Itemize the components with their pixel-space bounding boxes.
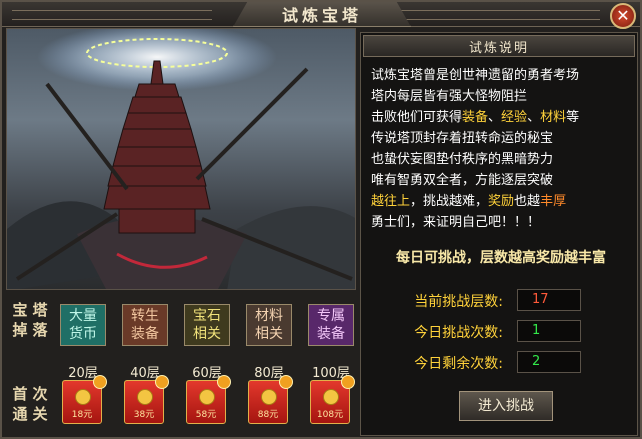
reward-amount: 38元 (133, 410, 155, 420)
red-packet-reward[interactable]: 88元 (248, 375, 293, 424)
highlight-higher: 越往上 (371, 194, 411, 209)
panel-title: 试炼说明 (468, 40, 529, 56)
recommend-button-line1: 专属 (317, 308, 345, 324)
first-clear-label: 首次通关 (12, 385, 48, 423)
red-packet-reward[interactable]: 108元 (310, 375, 355, 424)
recommend-button-line2: 相关 (193, 326, 221, 342)
title-ornament-right (400, 10, 600, 20)
desc-line-6: 唯有智勇双全者，方能逐层突破 (371, 173, 554, 188)
coin-icon (75, 389, 91, 405)
coin-icon (137, 389, 153, 405)
claim-badge-icon (279, 375, 293, 389)
reward-amount: 88元 (257, 410, 279, 420)
stat-value: 17 (517, 289, 581, 311)
highlight-experience: 经验 (501, 110, 528, 125)
recommend-label: 宝塔掉落 (12, 301, 48, 339)
recommend-button-line1: 材料 (255, 308, 283, 324)
recommend-button[interactable]: 专属 装备 (308, 304, 354, 346)
recommend-button-line1: 宝石 (193, 308, 221, 324)
desc-line-3-g: 等 (566, 110, 580, 125)
red-packet-reward[interactable]: 38元 (124, 375, 169, 424)
tower-trial-window: 试炼宝塔 ✕ 宝 塔掉 落 大量 货币 转生 装备 宝石 相关 材料 相关 专属… (0, 0, 642, 439)
desc-line-3-c: 、 (488, 110, 502, 125)
stat-label: 今日挑战次数: (414, 325, 503, 341)
stat-label: 当前挑战层数: (414, 294, 503, 310)
recommend-button-line2: 货币 (69, 326, 97, 342)
desc-line-3-e: 、 (527, 110, 541, 125)
rock-right (227, 206, 355, 289)
stat-value: 2 (517, 351, 581, 373)
recommend-button-line1: 大量 (69, 308, 97, 324)
desc-line-2: 塔内每层皆有强大怪物阻拦 (371, 89, 528, 104)
reward-amount: 58元 (195, 410, 217, 420)
recommend-button[interactable]: 宝石 相关 (184, 304, 230, 346)
reward-amount: 108元 (316, 410, 344, 420)
highlight-material: 材料 (540, 110, 567, 125)
enter-challenge-button[interactable]: 进入挑战 (459, 391, 553, 421)
recommend-button[interactable]: 转生 装备 (122, 304, 168, 346)
red-packet-reward[interactable]: 18元 (62, 375, 107, 424)
desc-line-5: 也蛰伏妄图垫付秩序的黑暗势力 (371, 152, 554, 167)
highlight-equipment: 装备 (462, 110, 489, 125)
stat-label: 今日剩余次数: (414, 356, 503, 372)
recommend-button-line2: 装备 (131, 326, 159, 342)
description-panel: 试炼说明 试炼宝塔曾是创世神遗留的勇者考场 塔内每层皆有强大怪物阻拦 击败他们可… (360, 32, 638, 436)
claim-badge-icon (217, 375, 231, 389)
tower-illustration (6, 28, 356, 290)
recommend-button-line1: 转生 (131, 308, 159, 324)
desc-line-7: 越往上，挑战越难，奖励也越丰厚 (371, 191, 633, 212)
recommend-row: 宝塔掉落 大量 货币 转生 装备 宝石 相关 材料 相关 专属 装备 (6, 296, 356, 354)
recommend-button[interactable]: 大量 货币 (60, 304, 106, 346)
desc-line-7-b: ，挑战越难， (410, 194, 489, 209)
claim-badge-icon (93, 375, 107, 389)
desc-line-7-d: 也越 (514, 194, 541, 209)
highlight-reward: 奖励 (488, 194, 515, 209)
window-title: 试炼宝塔 (281, 6, 362, 25)
desc-line-4: 传说塔顶封存着扭转命运的秘宝 (371, 131, 554, 146)
desc-line-3-a: 击败他们可获得 (371, 110, 463, 125)
coin-icon (199, 389, 215, 405)
stat-value: 1 (517, 320, 581, 342)
daily-slogan: 每日可挑战，层数越高奖励越丰富 (396, 250, 606, 266)
highlight-rich: 丰厚 (540, 194, 567, 209)
coin-icon (323, 389, 339, 405)
recommend-button[interactable]: 材料 相关 (246, 304, 292, 346)
tower-scene-art (7, 29, 355, 289)
panel-header: 试炼说明 (363, 35, 635, 57)
description-text: 试炼宝塔曾是创世神遗留的勇者考场 塔内每层皆有强大怪物阻拦 击败他们可获得装备、… (371, 65, 633, 233)
coin-icon (261, 389, 277, 405)
left-column: 宝塔掉落 大量 货币 转生 装备 宝石 相关 材料 相关 专属 装备 首次通关 20层 18元 40层… (6, 28, 356, 437)
red-packet-reward[interactable]: 58元 (186, 375, 231, 424)
stat-current-floor: 当前挑战层数: 17 (361, 289, 637, 311)
close-button[interactable]: ✕ (610, 3, 636, 29)
desc-line-1: 试炼宝塔曾是创世神遗留的勇者考场 (371, 68, 580, 83)
desc-line-8: 勇士们，来证明自己吧！！！ (371, 215, 541, 230)
first-clear-row: 首次通关 20层 18元 40层 38元 60层 58元 80层 88元 100层 108元 (6, 360, 356, 434)
title-bar: 试炼宝塔 ✕ (2, 2, 640, 29)
claim-badge-icon (155, 375, 169, 389)
reward-amount: 18元 (71, 410, 93, 420)
recommend-button-line2: 相关 (255, 326, 283, 342)
desc-line-3: 击败他们可获得装备、经验、材料等 (371, 107, 633, 128)
stat-today-count: 今日挑战次数: 1 (361, 320, 637, 342)
title-plate: 试炼宝塔 (233, 2, 411, 27)
recommend-button-line2: 装备 (317, 326, 345, 342)
title-ornament-left (12, 10, 212, 20)
stat-remaining: 今日剩余次数: 2 (361, 351, 637, 373)
claim-badge-icon (341, 375, 355, 389)
